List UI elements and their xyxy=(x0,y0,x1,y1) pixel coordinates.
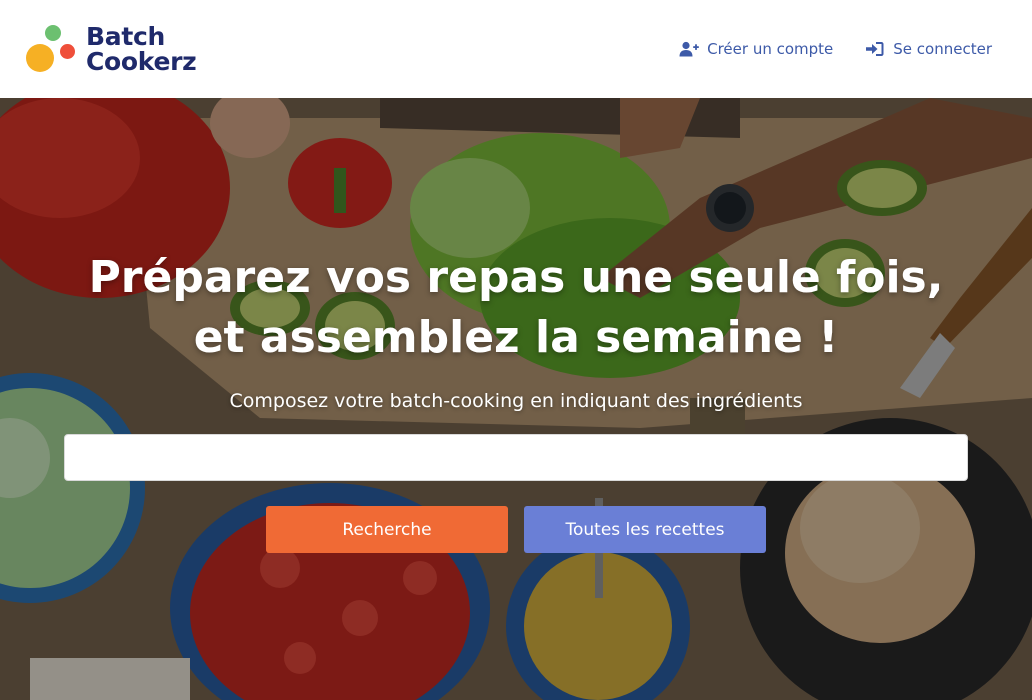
login-label: Se connecter xyxy=(893,40,992,58)
signup-label: Créer un compte xyxy=(707,40,834,58)
logo-red-dot xyxy=(60,44,75,59)
user-plus-icon xyxy=(679,41,699,57)
logo-green-dot xyxy=(45,25,61,41)
login-link[interactable]: Se connecter xyxy=(865,40,992,58)
logo-mark xyxy=(26,24,76,74)
top-header: Batch Cookerz Créer un compte Se connect… xyxy=(0,0,1032,98)
hero-subtitle: Composez votre batch-cooking en indiquan… xyxy=(229,390,803,412)
search-button[interactable]: Recherche xyxy=(266,506,508,553)
logo-yellow-dot xyxy=(26,44,54,72)
hero-section: Préparez vos repas une seule fois, et as… xyxy=(0,98,1032,700)
signup-link[interactable]: Créer un compte xyxy=(679,40,833,58)
hero-title: Préparez vos repas une seule fois, et as… xyxy=(0,248,1032,368)
logo-text: Batch Cookerz xyxy=(86,22,197,76)
all-recipes-button[interactable]: Toutes les recettes xyxy=(524,506,766,553)
logo-text-line1: Batch xyxy=(86,22,165,51)
ingredient-search-input[interactable] xyxy=(64,434,968,481)
hero-title-line1: Préparez vos repas une seule fois, xyxy=(88,252,944,303)
header-nav: Créer un compte Se connecter xyxy=(679,40,992,58)
hero-title-line2: et assemblez la semaine ! xyxy=(193,312,839,363)
sign-in-icon xyxy=(866,42,884,56)
logo[interactable]: Batch Cookerz xyxy=(26,22,197,76)
logo-text-line2: Cookerz xyxy=(86,47,197,76)
